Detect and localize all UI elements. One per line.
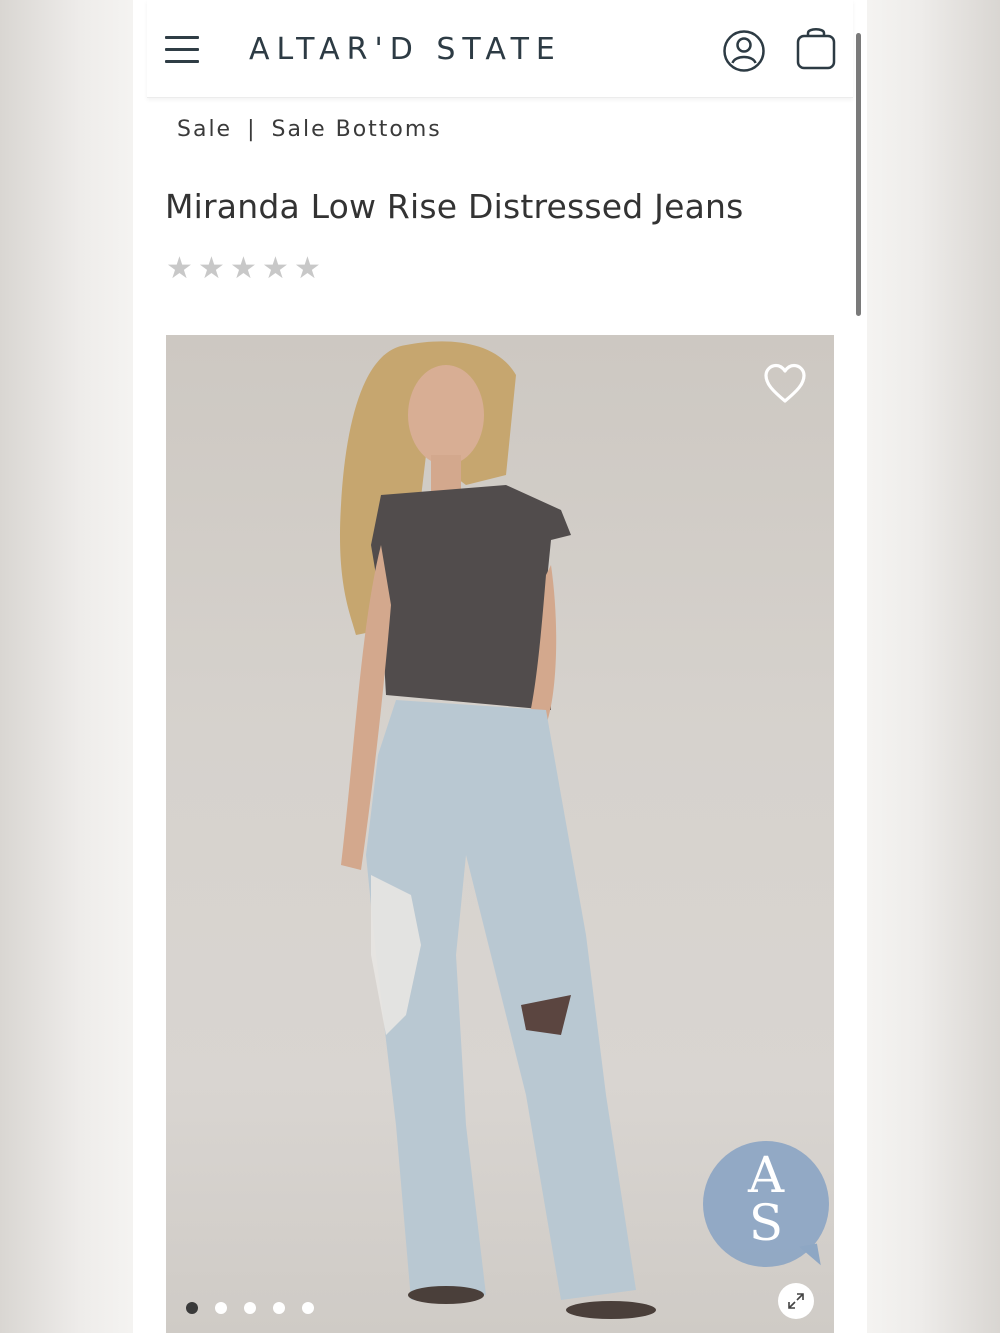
breadcrumb: Sale | Sale Bottoms xyxy=(177,117,442,142)
menu-line xyxy=(165,48,199,51)
site-header: ALTAR'D STATE xyxy=(147,0,853,98)
chat-bubble-tail xyxy=(799,1243,821,1269)
star-icon: ★ xyxy=(230,251,257,286)
star-icon: ★ xyxy=(166,251,193,286)
chat-logo-monogram: A S xyxy=(703,1146,829,1252)
breadcrumb-item-sale[interactable]: Sale xyxy=(177,117,232,142)
carousel-dots xyxy=(186,1302,314,1314)
star-rating[interactable]: ★ ★ ★ ★ ★ xyxy=(164,252,323,286)
expand-image-button[interactable] xyxy=(778,1283,814,1319)
menu-line xyxy=(165,36,199,39)
brand-logo[interactable]: ALTAR'D STATE xyxy=(249,32,562,67)
star-icon: ★ xyxy=(198,251,225,286)
user-account-icon[interactable] xyxy=(722,29,766,73)
carousel-dot[interactable] xyxy=(244,1302,256,1314)
carousel-dot[interactable] xyxy=(302,1302,314,1314)
carousel-dot[interactable] xyxy=(186,1302,198,1314)
chat-logo-letter-s: S xyxy=(748,1194,784,1252)
product-image[interactable]: A S xyxy=(166,335,834,1333)
breadcrumb-item-sale-bottoms[interactable]: Sale Bottoms xyxy=(272,117,442,142)
product-title: Miranda Low Rise Distressed Jeans xyxy=(165,187,744,226)
chat-logo-letter-a: A xyxy=(747,1146,785,1204)
expand-arrows-icon xyxy=(788,1293,804,1309)
star-icon: ★ xyxy=(262,251,289,286)
carousel-dot[interactable] xyxy=(215,1302,227,1314)
chat-assistant-button[interactable]: A S xyxy=(703,1141,831,1269)
mobile-page: ALTAR'D STATE Sale | Sale Bottoms Mirand… xyxy=(133,0,867,1333)
carousel-dot[interactable] xyxy=(273,1302,285,1314)
menu-line xyxy=(165,60,199,63)
favorite-heart-icon[interactable] xyxy=(763,363,807,405)
shopping-bag-icon[interactable] xyxy=(794,24,838,72)
star-icon: ★ xyxy=(294,251,321,286)
page-scrollbar[interactable] xyxy=(856,33,861,316)
hamburger-menu-icon[interactable] xyxy=(165,36,201,66)
breadcrumb-separator: | xyxy=(247,117,257,142)
